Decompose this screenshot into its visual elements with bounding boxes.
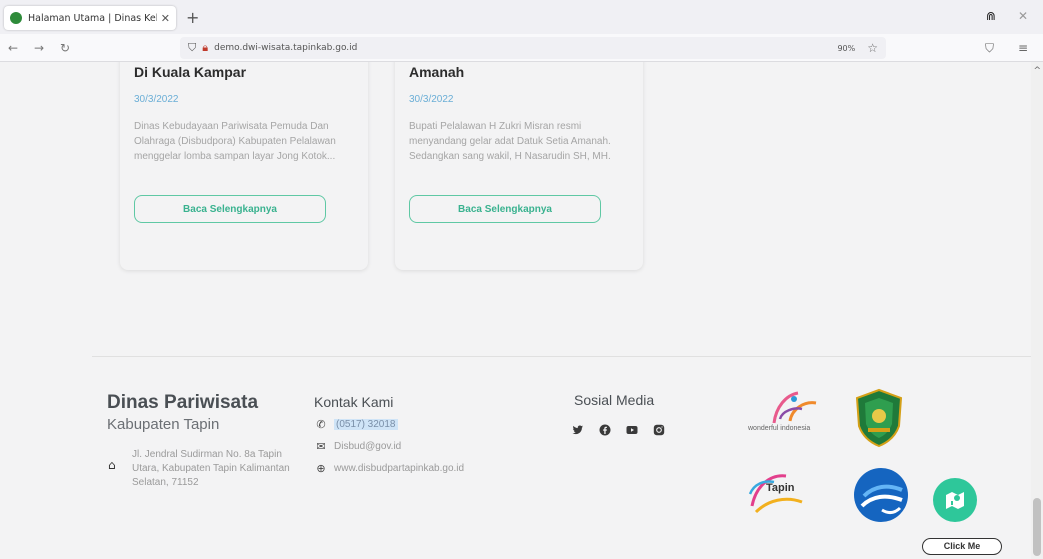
social-icons: [572, 424, 680, 436]
scrollbar-thumb[interactable]: [1033, 498, 1041, 556]
address-bar[interactable]: ⛉ 🔒︎ demo.dwi-wisata.tapinkab.go.id 90% …: [180, 37, 886, 59]
kominfo-logo: [852, 466, 910, 524]
forward-arrow-icon[interactable]: →: [34, 41, 44, 55]
browser-tab[interactable]: Halaman Utama | Dinas Kebud... ✕: [4, 6, 176, 30]
bookmark-star-icon[interactable]: ☆: [867, 41, 878, 55]
web-page: Di Kuala Kampar 30/3/2022 Dinas Kebudaya…: [0, 62, 1043, 559]
shield-icon: ⛉: [188, 41, 197, 54]
footer-divider: [92, 356, 1043, 357]
footer-org-subtitle: Kabupaten Tapin: [107, 416, 220, 433]
contact-email: ✉ Disbud@gov.id: [314, 440, 401, 453]
footer-org-title: Dinas Pariwisata: [107, 392, 259, 413]
twitter-icon[interactable]: [572, 424, 584, 436]
contact-title: Kontak Kami: [314, 394, 394, 410]
map-floating-button[interactable]: [933, 478, 977, 522]
url-text[interactable]: demo.dwi-wisata.tapinkab.go.id: [214, 43, 837, 53]
home-icon: ⌂: [108, 458, 116, 472]
tapin-logo-text: Tapin: [766, 482, 795, 494]
news-card-date: 30/3/2022: [409, 94, 454, 105]
back-arrow-icon[interactable]: ←: [8, 41, 18, 55]
pocket-icon[interactable]: ⛉: [985, 41, 994, 56]
new-tab-button[interactable]: +: [186, 8, 199, 27]
zoom-level[interactable]: 90%: [837, 44, 855, 53]
news-card: Di Kuala Kampar 30/3/2022 Dinas Kebudaya…: [120, 62, 368, 270]
browser-toolbar: ← → ↻ ⛉ 🔒︎ demo.dwi-wisata.tapinkab.go.i…: [0, 34, 1043, 62]
contact-website-value[interactable]: www.disbudpartapinkab.go.id: [334, 463, 464, 474]
window-close-icon[interactable]: ✕: [1018, 9, 1028, 23]
contact-phone-value[interactable]: (0517) 32018: [334, 419, 398, 430]
envelope-icon: ✉: [316, 441, 326, 453]
lock-icon: 🔒︎: [202, 41, 209, 54]
phone-icon: ✆: [316, 419, 326, 431]
tab-close-icon[interactable]: ✕: [161, 12, 170, 25]
news-card: Amanah 30/3/2022 Bupati Pelalawan H Zukr…: [395, 62, 643, 270]
tapin-logo: Tapin: [746, 466, 822, 518]
facebook-icon[interactable]: [599, 424, 611, 436]
news-card-title[interactable]: Di Kuala Kampar: [134, 64, 354, 80]
extension-icon[interactable]: ⋒: [986, 9, 996, 23]
contact-phone: ✆ (0517) 32018: [314, 418, 398, 431]
news-card-description: Bupati Pelalawan H Zukri Misran resmi me…: [409, 121, 611, 162]
wonderful-indonesia-text: wonderful indonesia: [748, 425, 811, 432]
news-card-description: Dinas Kebudayaan Pariwisata Pemuda Dan O…: [134, 121, 336, 162]
news-card-date: 30/3/2022: [134, 94, 179, 105]
read-more-button[interactable]: Baca Selengkapnya: [134, 195, 326, 223]
contact-website: ⊕ www.disbudpartapinkab.go.id: [314, 462, 464, 475]
kabupaten-tapin-seal-logo: [854, 388, 904, 448]
globe-icon: ⊕: [316, 463, 326, 475]
menu-icon[interactable]: ≡: [1018, 41, 1028, 55]
instagram-icon[interactable]: [653, 424, 665, 436]
wonderful-indonesia-logo: wonderful indonesia: [746, 387, 824, 447]
youtube-icon[interactable]: [626, 424, 638, 436]
read-more-button[interactable]: Baca Selengkapnya: [409, 195, 601, 223]
reload-icon[interactable]: ↻: [60, 41, 70, 55]
news-card-title[interactable]: Amanah: [409, 64, 629, 80]
click-me-button[interactable]: Click Me: [922, 538, 1002, 555]
page-scrollbar[interactable]: ^: [1031, 62, 1043, 559]
site-favicon-icon: [10, 12, 22, 24]
map-icon: [946, 492, 964, 509]
footer-address: Jl. Jendral Sudirman No. 8a Tapin Utara,…: [132, 449, 290, 488]
browser-tab-bar: Halaman Utama | Dinas Kebud... ✕ + ⋒ ✕: [0, 0, 1043, 34]
scroll-up-icon[interactable]: ^: [1033, 66, 1041, 76]
contact-email-value[interactable]: Disbud@gov.id: [334, 441, 401, 452]
social-media-title: Sosial Media: [574, 392, 655, 408]
tab-title: Halaman Utama | Dinas Kebud...: [28, 12, 157, 24]
